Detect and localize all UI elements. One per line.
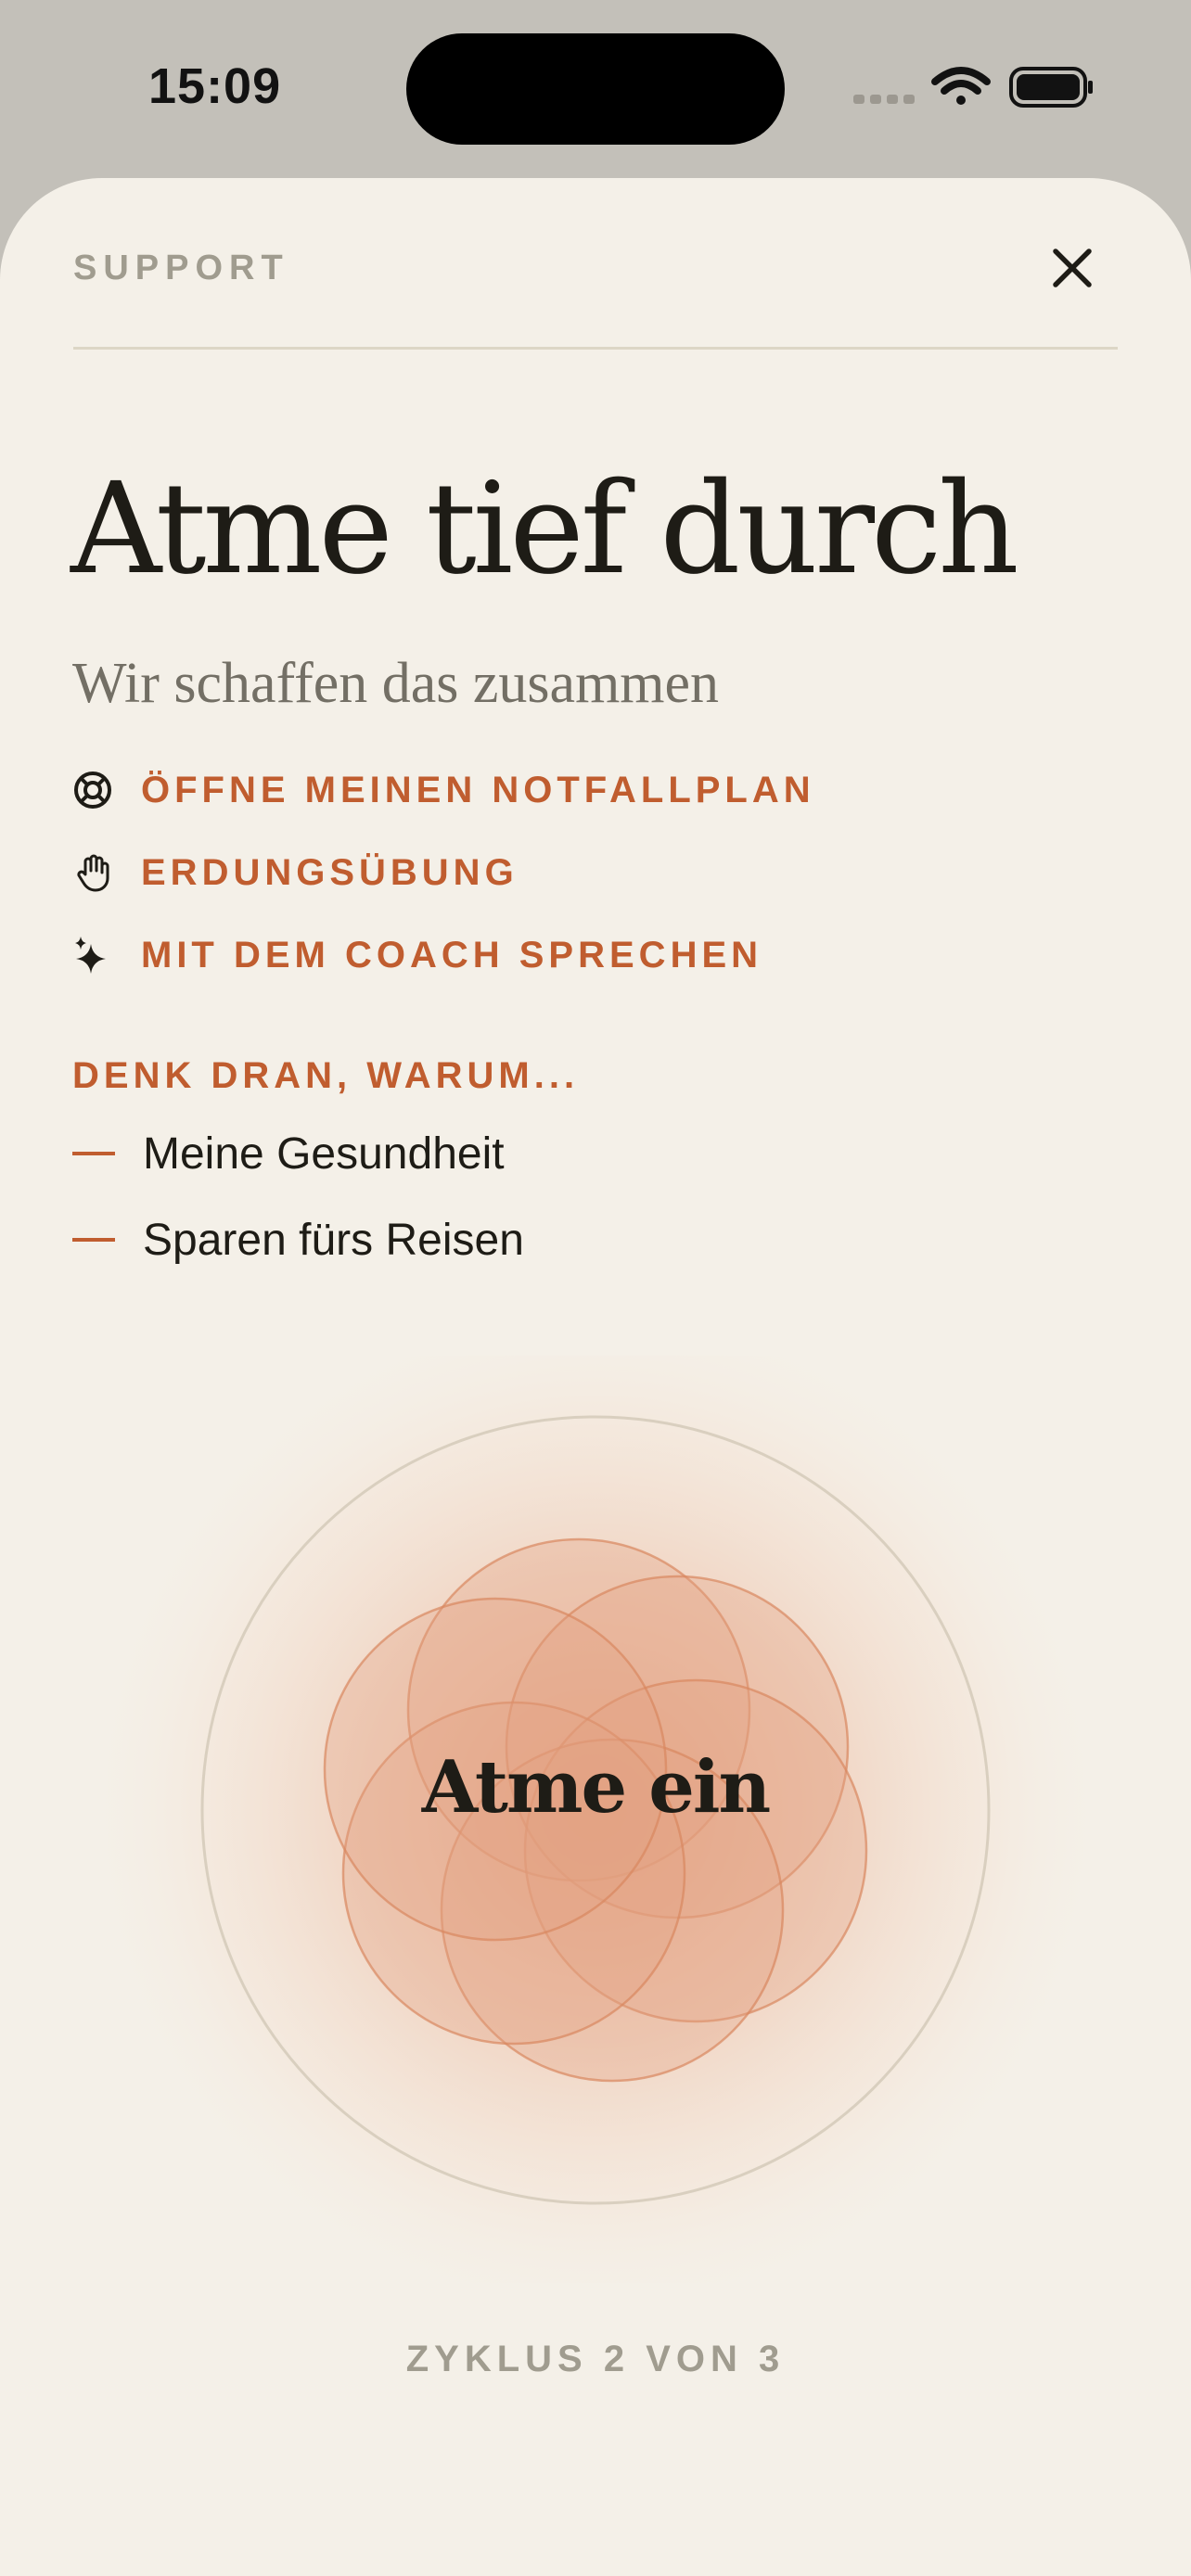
reason-item: Sparen fürs Reisen [72,1212,524,1268]
page-title: Atme tief durch [70,456,1019,603]
close-button[interactable] [1045,241,1099,295]
close-icon [1053,249,1092,287]
cellular-signal-icon [853,95,915,104]
lifebuoy-icon [74,772,111,809]
wifi-icon [931,67,991,105]
section-label: SUPPORT [73,249,289,287]
grounding-exercise-link[interactable]: ERDUNGSÜBUNG [72,845,519,900]
reason-text: Meine Gesundheit [143,1129,505,1179]
open-emergency-plan-link[interactable]: ÖFFNE MEINEN NOTFALLPLAN [72,762,815,818]
page-subtitle: Wir schaffen das zusammen [72,652,720,715]
sheet-header: SUPPORT [73,249,1118,313]
dash-icon [72,1238,115,1242]
reason-text: Sparen fürs Reisen [143,1215,524,1265]
sparkles-icon [75,937,106,974]
status-icons [852,63,1093,111]
header-divider [73,347,1118,350]
talk-to-coach-link[interactable]: MIT DEM COACH SPRECHEN [72,927,762,983]
battery-icon [1009,67,1093,108]
action-label: ERDUNGSÜBUNG [141,851,519,893]
action-label: ÖFFNE MEINEN NOTFALLPLAN [141,769,815,810]
reason-item: Meine Gesundheit [72,1126,505,1181]
dash-icon [72,1152,115,1155]
dynamic-island [406,33,785,145]
breathing-visualizer: Atme ein [0,1356,1191,2283]
hand-icon [77,854,109,892]
support-sheet: SUPPORT Atme tief durch Wir schaffen das… [0,178,1191,2576]
action-label: MIT DEM COACH SPRECHEN [141,934,763,976]
cycle-counter: ZYKLUS 2 VON 3 [405,2339,786,2379]
breathing-instruction: Atme ein [421,1745,771,1830]
status-time: 15:09 [148,58,282,114]
reasons-heading: DENK DRAN, WARUM... [72,1055,580,1096]
status-bar: 15:09 [0,0,1191,176]
